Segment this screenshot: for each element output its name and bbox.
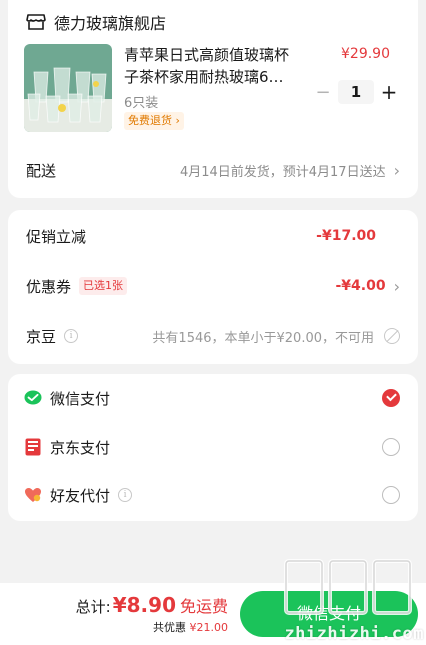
order-card: 德力玻璃旗舰店 青苹果日式高颜值玻璃杯子茶杯家用耐热玻璃6… ¥29.90 6只… <box>8 0 418 198</box>
watermark-text: zhizhizhi.com <box>284 624 424 644</box>
saved-line: 共优惠 ¥21.00 <box>76 619 228 635</box>
beans-info: 共有1546，本单小于¥20.00，不可用 <box>152 330 374 346</box>
total-amount: ¥8.90 <box>112 593 176 617</box>
free-return-label: 免费退货 <box>128 114 172 127</box>
saved-amount: ¥21.00 <box>189 621 229 634</box>
total-line: 总计: ¥8.90 免运费 <box>76 593 228 617</box>
free-return-badge[interactable]: 免费退货 › <box>124 112 184 130</box>
coupon-row[interactable]: 优惠券 已选1张 -¥4.00 › <box>26 274 400 298</box>
decrease-quantity-button[interactable]: − <box>312 82 334 103</box>
store-name: 德力玻璃旗舰店 <box>54 14 167 33</box>
product-price: ¥29.90 <box>341 46 390 62</box>
product-image[interactable] <box>24 44 112 132</box>
coupon-label: 优惠券 <box>26 277 72 296</box>
wechat-pay-icon <box>24 389 42 407</box>
chevron-right-icon: › <box>393 160 400 180</box>
payment-method-wechat[interactable]: 微信支付 <box>24 385 400 411</box>
chevron-right-icon: › <box>393 276 400 296</box>
jd-pay-icon <box>24 438 42 456</box>
chevron-right-icon: › <box>175 114 180 127</box>
store-header[interactable]: 德力玻璃旗舰店 <box>26 10 166 34</box>
promo-label: 促销立减 <box>26 227 87 246</box>
payment-method-label: 微信支付 <box>50 389 111 408</box>
total-block: 总计: ¥8.90 免运费 共优惠 ¥21.00 <box>76 593 228 635</box>
beans-row: 京豆 i 共有1546，本单小于¥20.00，不可用 <box>26 324 400 348</box>
disabled-icon <box>384 328 400 344</box>
friend-pay-icon <box>24 486 42 504</box>
product-spec: 6只装 <box>124 96 159 111</box>
delivery-row[interactable]: 配送 4月14日前发货，预计4月17日送达 › <box>26 158 400 182</box>
payment-method-label: 好友代付 <box>50 486 111 505</box>
total-label: 总计: <box>75 598 111 616</box>
coupon-amount: -¥4.00 <box>335 278 386 294</box>
free-shipping-label: 免运费 <box>179 597 228 616</box>
quantity-stepper: − 1 + <box>312 80 400 104</box>
delivery-info: 4月14日前发货，预计4月17日送达 <box>179 164 386 180</box>
saved-label: 共优惠 <box>153 621 186 634</box>
increase-quantity-button[interactable]: + <box>378 80 400 104</box>
quantity-value[interactable]: 1 <box>338 80 374 104</box>
promo-amount: -¥17.00 <box>316 228 376 244</box>
store-icon <box>26 14 46 30</box>
payment-method-friend[interactable]: 好友代付 i <box>24 482 400 508</box>
beans-label: 京豆 <box>26 327 57 346</box>
radio-checked-icon[interactable] <box>382 389 400 407</box>
info-icon[interactable]: i <box>64 329 79 343</box>
payment-method-jd[interactable]: 京东支付 <box>24 434 400 460</box>
radio-unchecked-icon[interactable] <box>382 486 400 504</box>
payment-method-label: 京东支付 <box>50 438 111 457</box>
discounts-card: 促销立减 -¥17.00 优惠券 已选1张 -¥4.00 › 京豆 i 共有15… <box>8 210 418 364</box>
info-icon[interactable]: i <box>118 488 133 502</box>
radio-unchecked-icon[interactable] <box>382 438 400 456</box>
coupon-selected-badge: 已选1张 <box>79 277 128 295</box>
product-title[interactable]: 青苹果日式高颜值玻璃杯子茶杯家用耐热玻璃6… <box>124 44 302 88</box>
promo-row: 促销立减 -¥17.00 <box>26 224 400 248</box>
payment-card: 微信支付 京东支付 好友代付 i <box>8 374 418 521</box>
delivery-label: 配送 <box>26 161 57 180</box>
